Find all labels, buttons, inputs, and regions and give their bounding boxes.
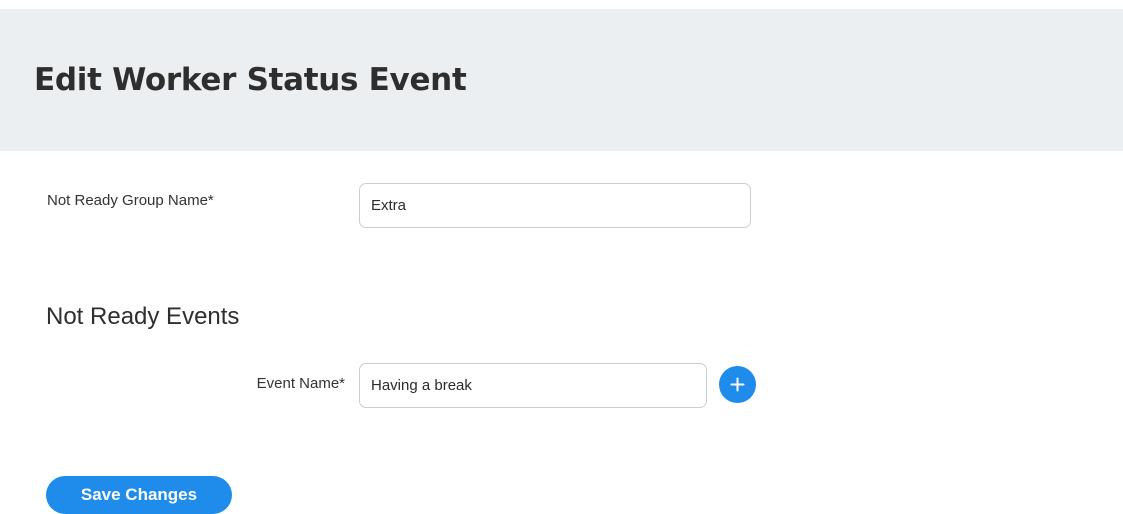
add-event-button[interactable] [719, 366, 756, 403]
page-header: Edit Worker Status Event [0, 9, 1123, 151]
save-changes-button[interactable]: Save Changes [46, 476, 232, 514]
group-name-input[interactable] [359, 183, 751, 228]
not-ready-events-heading: Not Ready Events [46, 303, 240, 330]
top-strip [0, 0, 1123, 9]
plus-icon [730, 377, 745, 392]
page-title: Edit Worker Status Event [34, 62, 467, 98]
group-name-label: Not Ready Group Name* [47, 192, 214, 209]
event-name-label: Event Name* [256, 375, 345, 392]
event-name-input[interactable] [359, 363, 707, 408]
